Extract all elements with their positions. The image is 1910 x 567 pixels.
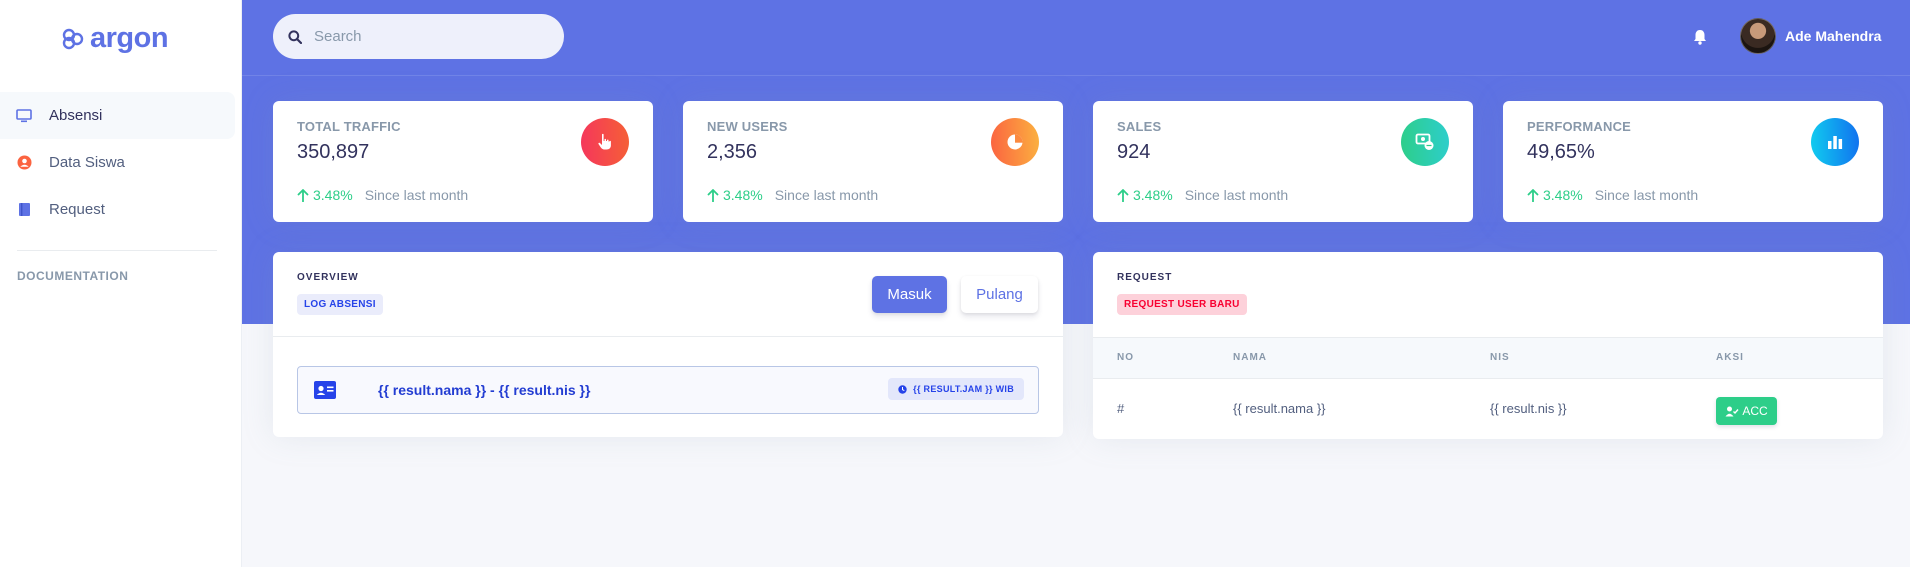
request-card: REQUEST REQUEST USER BARU NO NAMA NIS AK… xyxy=(1093,252,1883,439)
log-list-item[interactable]: {{ result.nama }} - {{ result.nis }} {{ … xyxy=(297,366,1039,414)
arrow-up-icon xyxy=(1527,188,1539,202)
overview-header: OVERVIEW LOG ABSENSI Masuk Pulang xyxy=(273,252,1063,337)
stat-since: Since last month xyxy=(774,187,879,203)
log-entry-text: {{ result.nama }} - {{ result.nis }} xyxy=(378,382,591,398)
sidebar-item-label: Absensi xyxy=(49,107,103,124)
stat-change: 3.48% xyxy=(1543,187,1583,203)
overview-overline: OVERVIEW xyxy=(297,272,359,283)
clock-icon xyxy=(898,384,907,394)
stat-since: Since last month xyxy=(1184,187,1289,203)
sidebar-item-label: Request xyxy=(49,201,105,218)
log-absensi-badge: LOG ABSENSI xyxy=(297,294,383,315)
stat-value: 350,897 xyxy=(297,141,370,163)
book-icon xyxy=(16,202,32,218)
stat-card-sales: SALES 924 3.48% Since last month xyxy=(1093,101,1473,222)
stat-title: TOTAL TRAFFIC xyxy=(297,119,401,134)
request-header: REQUEST REQUEST USER BARU xyxy=(1093,252,1883,337)
sidebar-item-request[interactable]: Request xyxy=(0,186,235,233)
column-header-no: NO xyxy=(1117,352,1134,363)
stat-value: 49,65% xyxy=(1527,141,1595,163)
sidebar-nav: Absensi Data Siswa Request xyxy=(0,92,235,233)
money-coins-icon xyxy=(1401,118,1449,166)
request-overline: REQUEST xyxy=(1117,272,1173,283)
stat-footer: 3.48% Since last month xyxy=(1527,187,1698,203)
stat-title: NEW USERS xyxy=(707,119,788,134)
atom-icon xyxy=(62,28,84,49)
stat-value: 924 xyxy=(1117,141,1151,163)
stat-since: Since last month xyxy=(1594,187,1699,203)
request-user-baru-badge: REQUEST USER BARU xyxy=(1117,294,1247,315)
stat-title: PERFORMANCE xyxy=(1527,119,1632,134)
sidebar-item-data-siswa[interactable]: Data Siswa xyxy=(0,139,235,186)
pie-chart-icon xyxy=(991,118,1039,166)
arrow-up-icon xyxy=(707,188,719,202)
stat-footer: 3.48% Since last month xyxy=(707,187,878,203)
stat-value: 2,356 xyxy=(707,141,758,163)
stat-change: 3.48% xyxy=(313,187,353,203)
brand-logo[interactable]: argon xyxy=(62,22,169,55)
column-header-nis: NIS xyxy=(1490,352,1510,363)
column-header-nama: NAMA xyxy=(1233,352,1267,363)
pointer-hand-icon xyxy=(581,118,629,166)
bar-chart-icon xyxy=(1811,118,1859,166)
sidebar-item-absensi[interactable]: Absensi xyxy=(0,92,235,139)
stat-card-total-traffic: TOTAL TRAFFIC 350,897 3.48% Since last m… xyxy=(273,101,653,222)
search-bar[interactable] xyxy=(273,14,564,59)
brand-name: argon xyxy=(90,22,169,54)
cell-nis: {{ result.nis }} xyxy=(1490,401,1567,416)
user-circle-icon xyxy=(16,155,32,171)
user-name: Ade Mahendra xyxy=(1785,28,1882,44)
header-divider xyxy=(242,75,1910,76)
table-header: NO NAMA NIS AKSI xyxy=(1093,337,1883,379)
cell-no: # xyxy=(1117,401,1125,416)
log-time-text: {{ RESULT.JAM }} WIB xyxy=(913,384,1014,394)
user-check-icon xyxy=(1725,406,1739,416)
acc-button[interactable]: ACC xyxy=(1716,397,1777,425)
stat-footer: 3.48% Since last month xyxy=(1117,187,1288,203)
search-icon xyxy=(288,29,302,44)
arrow-up-icon xyxy=(297,188,309,202)
sidebar-divider xyxy=(17,250,217,251)
cell-nama: {{ result.nama }} xyxy=(1233,401,1326,416)
id-card-icon xyxy=(314,381,336,399)
acc-button-label: ACC xyxy=(1742,404,1768,418)
search-input[interactable] xyxy=(314,28,534,45)
stat-change: 3.48% xyxy=(723,187,763,203)
sidebar: argon Absensi Data Siswa Request DOCUMEN… xyxy=(0,0,242,567)
masuk-button[interactable]: Masuk xyxy=(872,276,947,313)
column-header-aksi: AKSI xyxy=(1716,352,1744,363)
bell-icon[interactable] xyxy=(1690,27,1710,47)
log-time-badge: {{ RESULT.JAM }} WIB xyxy=(888,378,1024,400)
stat-since: Since last month xyxy=(364,187,469,203)
stat-footer: 3.48% Since last month xyxy=(297,187,468,203)
pulang-button[interactable]: Pulang xyxy=(961,276,1038,313)
stat-change: 3.48% xyxy=(1133,187,1173,203)
avatar xyxy=(1740,18,1776,54)
arrow-up-icon xyxy=(1117,188,1129,202)
monitor-icon xyxy=(16,108,32,124)
stat-title: SALES xyxy=(1117,119,1162,134)
sidebar-item-label: Data Siswa xyxy=(49,154,125,171)
stat-card-new-users: NEW USERS 2,356 3.48% Since last month xyxy=(683,101,1063,222)
overview-card: OVERVIEW LOG ABSENSI Masuk Pulang {{ res… xyxy=(273,252,1063,437)
sidebar-heading-documentation: DOCUMENTATION xyxy=(17,269,129,283)
stat-card-performance: PERFORMANCE 49,65% 3.48% Since last mont… xyxy=(1503,101,1883,222)
user-menu[interactable]: Ade Mahendra xyxy=(1740,18,1881,54)
